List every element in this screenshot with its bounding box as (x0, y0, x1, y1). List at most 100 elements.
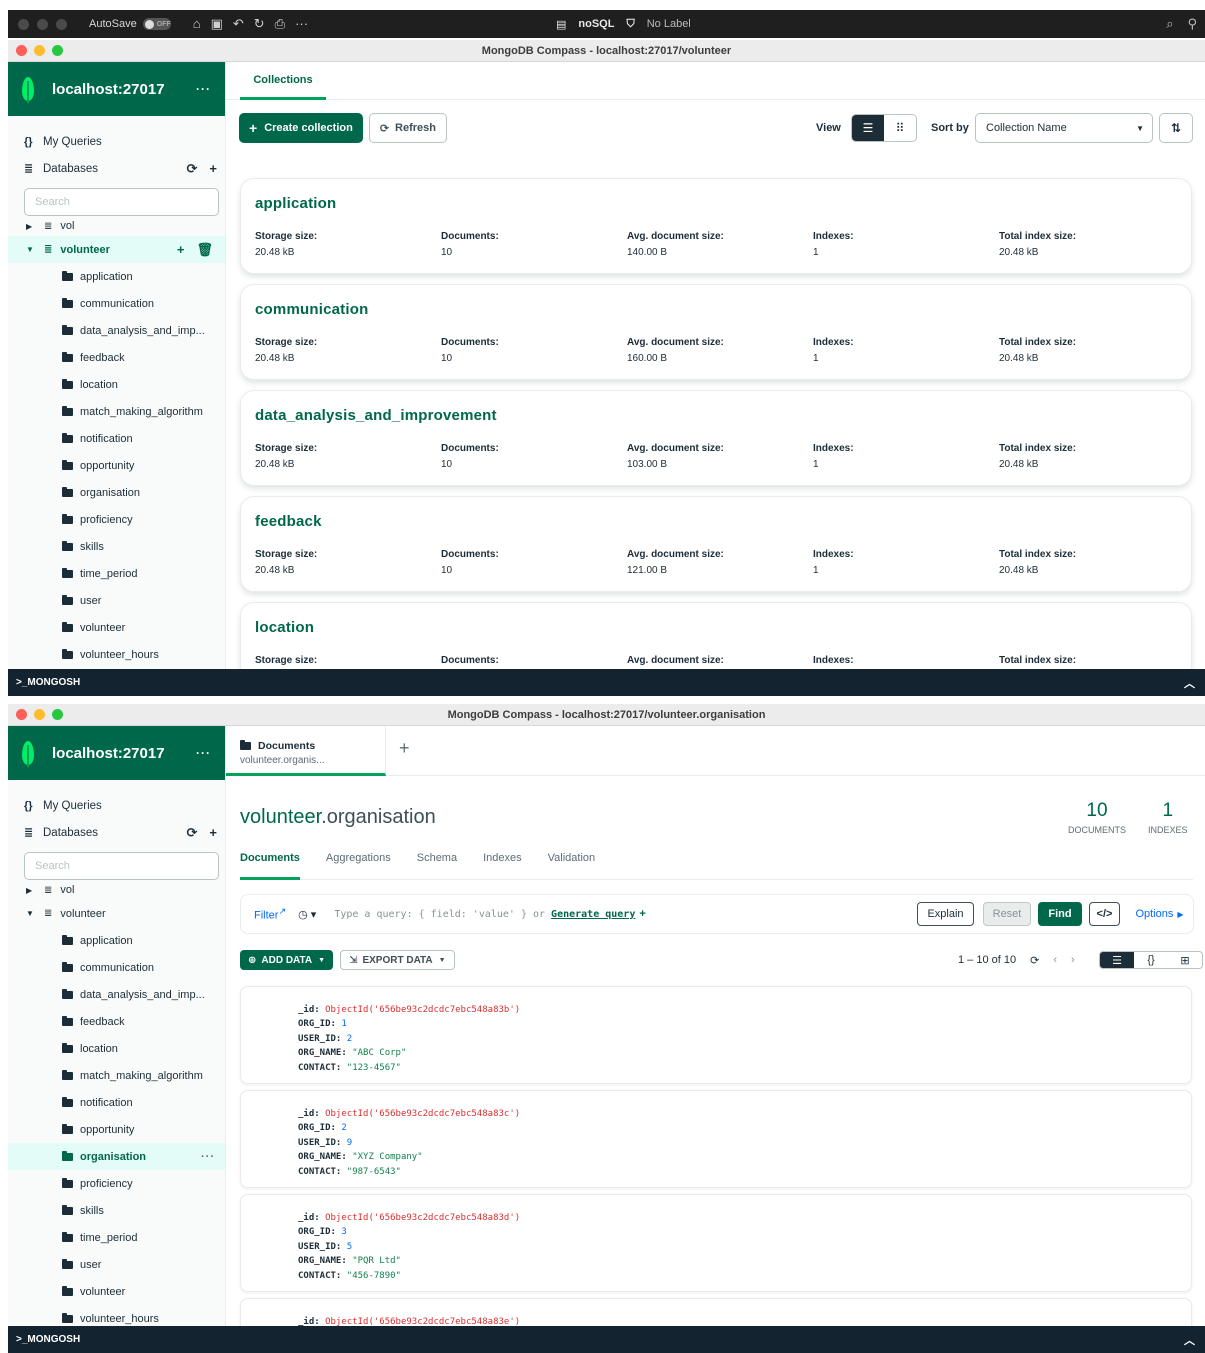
options-button[interactable]: Options ▶ (1132, 902, 1187, 926)
sidebar-item-application[interactable]: application (8, 927, 225, 954)
chevron-right-icon[interactable]: ▶ (26, 222, 38, 231)
more-icon[interactable]: ··· (295, 16, 308, 32)
sidebar-item-feedback[interactable]: feedback (8, 1008, 225, 1035)
sidebar-item-opportunity[interactable]: opportunity (8, 452, 225, 479)
connection-more-button[interactable]: ··· (196, 746, 211, 760)
sensitivity-label[interactable]: No Label (647, 18, 691, 30)
list-view-icon[interactable]: ☰ (1100, 952, 1134, 968)
sidebar-item-communication[interactable]: communication (8, 954, 225, 981)
redo-icon[interactable]: ↻ (254, 16, 265, 32)
sidebar-item-match-making-algorithm[interactable]: match_making_algorithm (8, 398, 225, 425)
document-card[interactable]: _id: ObjectId('656be93c2dcdc7ebc548a83d'… (240, 1194, 1192, 1292)
collection-name[interactable]: communication (255, 301, 368, 318)
sidebar-item-user[interactable]: user (8, 1251, 225, 1278)
collection-card[interactable]: data_analysis_and_improvement Storage siz… (240, 390, 1192, 486)
reset-button[interactable]: Reset (983, 902, 1031, 926)
subtab-documents[interactable]: Documents (240, 852, 300, 880)
json-view-icon[interactable]: {} (1134, 952, 1168, 968)
home-icon[interactable]: ⌂ (193, 16, 201, 32)
print-icon[interactable]: ⎙ (275, 16, 285, 32)
undo-icon[interactable]: ↶ (233, 16, 244, 32)
sidebar-item-match-making-algorithm[interactable]: match_making_algorithm (8, 1062, 225, 1089)
sidebar-item-organisation[interactable]: organisation (8, 479, 225, 506)
sidebar-db-volunteer[interactable]: ▼ ≣ volunteer + 🗑 (8, 236, 225, 263)
collection-name[interactable]: data_analysis_and_improvement (255, 407, 497, 424)
collection-more-button[interactable]: ··· (201, 1151, 215, 1163)
chevron-up-icon[interactable]: ︿ (1184, 675, 1195, 691)
create-collection-icon[interactable]: + (177, 242, 185, 258)
collection-name[interactable]: location (255, 619, 314, 636)
trash-icon[interactable]: 🗑 (196, 242, 213, 258)
collection-card[interactable]: feedback Storage size: 20.48 kB Documents: 1… (240, 496, 1192, 592)
databases-item[interactable]: ≣ Databases ⟳ + (8, 819, 225, 846)
share-icon[interactable]: ⚲ (1187, 16, 1197, 32)
search-icon[interactable]: ⌕ (1166, 16, 1173, 32)
chevron-up-icon[interactable]: ︿ (1184, 1332, 1195, 1348)
create-collection-button[interactable]: + Create collection (239, 113, 363, 143)
chevron-right-icon[interactable]: ▶ (26, 886, 38, 895)
create-database-icon[interactable]: + (209, 161, 217, 177)
add-tab-icon[interactable]: + (399, 738, 410, 759)
explain-button[interactable]: Explain (917, 902, 974, 926)
query-input[interactable]: Type a query: { field: 'value' } or (334, 909, 545, 920)
filter-label[interactable]: Filter↗ (254, 906, 286, 922)
sort-select[interactable]: Collection Name ▼ (975, 113, 1153, 143)
generate-query-link[interactable]: Generate query (551, 909, 635, 920)
subtab-aggregations[interactable]: Aggregations (326, 852, 391, 879)
save-icon[interactable]: ▣ (211, 16, 223, 32)
sidebar-item-data-analysis-and-imp-[interactable]: data_analysis_and_imp... (8, 317, 225, 344)
databases-item[interactable]: ≣ Databases ⟳ + (8, 155, 225, 182)
connection-header[interactable]: localhost:27017 ··· (8, 726, 225, 780)
next-page-icon[interactable]: › (1071, 954, 1075, 966)
connection-more-button[interactable]: ··· (196, 82, 211, 96)
sidebar-item-proficiency[interactable]: proficiency (8, 1170, 225, 1197)
collection-card[interactable]: communication Storage size: 20.48 kB Docume… (240, 284, 1192, 380)
mongosh-bar[interactable]: >_MONGOSH ︿ (8, 669, 1205, 696)
window-controls[interactable] (18, 18, 67, 30)
sidebar-item-application[interactable]: application (8, 263, 225, 290)
collection-name[interactable]: feedback (255, 513, 322, 530)
sort-direction-button[interactable]: ⇅ (1159, 113, 1193, 143)
sidebar-item-communication[interactable]: communication (8, 290, 225, 317)
autosave-toggle[interactable]: OFF (142, 18, 171, 30)
mongosh-bar[interactable]: >_MONGOSH ︿ (8, 1326, 1205, 1353)
prev-page-icon[interactable]: ‹ (1053, 954, 1057, 966)
sidebar-item-user[interactable]: user (8, 587, 225, 614)
add-data-button[interactable]: ⊕ ADD DATA ▼ (240, 950, 334, 970)
code-view-button[interactable]: </> (1089, 902, 1120, 926)
sidebar-db-volunteer[interactable]: ▼ ≣ volunteer (8, 900, 225, 927)
chevron-down-icon[interactable]: ▼ (26, 909, 38, 918)
find-button[interactable]: Find (1038, 902, 1082, 926)
sidebar-item-skills[interactable]: skills (8, 1197, 225, 1224)
connection-header[interactable]: localhost:27017 ··· (8, 62, 225, 116)
sidebar-item-time-period[interactable]: time_period (8, 1224, 225, 1251)
sidebar-item-location[interactable]: location (8, 371, 225, 398)
document-card[interactable]: _id: ObjectId('656be93c2dcdc7ebc548a83c'… (240, 1090, 1192, 1188)
sidebar-search-input[interactable]: Search (24, 852, 219, 880)
sidebar-db-vol[interactable]: ▶ ≣ vol (8, 216, 225, 236)
sidebar-item-proficiency[interactable]: proficiency (8, 506, 225, 533)
sidebar-item-feedback[interactable]: feedback (8, 344, 225, 371)
subtab-indexes[interactable]: Indexes (483, 852, 522, 879)
table-view-icon[interactable]: ⊞ (1168, 952, 1202, 968)
sidebar-search-input[interactable]: Search (24, 188, 219, 216)
tab-documents[interactable]: Documents volunteer.organis... (226, 726, 386, 776)
collection-card[interactable]: application Storage size: 20.48 kB Document… (240, 178, 1192, 274)
sidebar-item-notification[interactable]: notification (8, 425, 225, 452)
sidebar-item-volunteer[interactable]: volunteer (8, 614, 225, 641)
sidebar-item-volunteer-hours[interactable]: volunteer_hours (8, 641, 225, 668)
sidebar-item-time-period[interactable]: time_period (8, 560, 225, 587)
refresh-documents-icon[interactable]: ⟳ (1030, 954, 1039, 967)
sidebar-item-opportunity[interactable]: opportunity (8, 1116, 225, 1143)
sidebar-item-skills[interactable]: skills (8, 533, 225, 560)
document-card[interactable]: _id: ObjectId('656be93c2dcdc7ebc548a83b'… (240, 986, 1192, 1084)
create-database-icon[interactable]: + (209, 825, 217, 841)
history-icon[interactable]: ◷ ▾ (298, 908, 316, 921)
my-queries-item[interactable]: {} My Queries (8, 128, 225, 155)
chevron-down-icon[interactable]: ▼ (26, 245, 38, 254)
subtab-validation[interactable]: Validation (548, 852, 596, 879)
subtab-schema[interactable]: Schema (417, 852, 457, 879)
sidebar-item-organisation[interactable]: organisation ··· (8, 1143, 225, 1170)
sidebar-item-notification[interactable]: notification (8, 1089, 225, 1116)
tab-collections[interactable]: Collections (240, 62, 326, 100)
